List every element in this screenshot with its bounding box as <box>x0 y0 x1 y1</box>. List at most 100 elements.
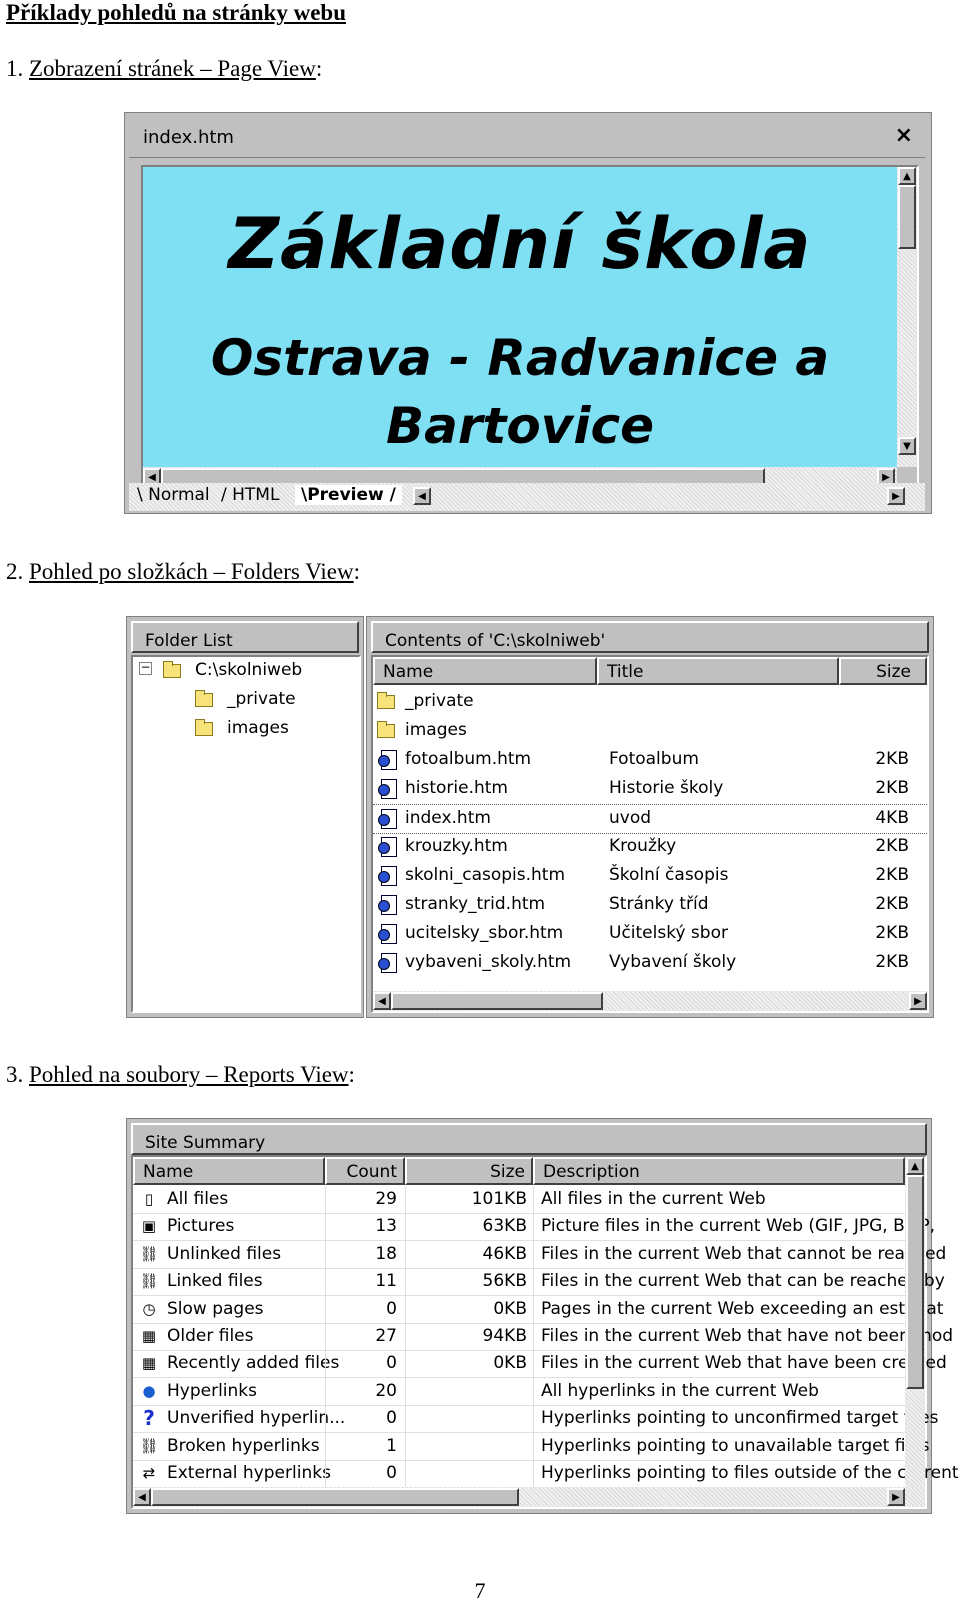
folder-icon <box>195 719 213 736</box>
column-header-size[interactable]: Size <box>839 657 927 685</box>
report-name: Unlinked files <box>167 1243 282 1264</box>
close-icon[interactable]: × <box>895 123 913 148</box>
scroll-left-button[interactable]: ◀ <box>133 1488 151 1506</box>
column-header-count[interactable]: Count <box>325 1157 405 1185</box>
tree-item-label: _private <box>227 689 296 709</box>
report-name: Unverified hyperlin... <box>167 1408 346 1429</box>
site-summary-header: Site Summary <box>131 1123 927 1155</box>
report-row[interactable]: ⛓ Broken hyperlinks 1 Hyperlinks pointing t… <box>133 1432 929 1461</box>
column-header-name[interactable]: Name <box>373 657 597 685</box>
report-name: External hyperlinks <box>167 1463 331 1483</box>
report-name: Older files <box>167 1326 254 1346</box>
file-size: 2KB <box>875 894 909 914</box>
tree-item[interactable]: images <box>139 715 359 743</box>
file-row[interactable]: krouzky.htm Kroužky 2KB <box>373 833 927 861</box>
contents-title: Contents of 'C:\skolniweb' <box>385 631 606 651</box>
file-row[interactable]: skolni_casopis.htm Školní časopis 2KB <box>373 862 927 890</box>
report-row[interactable]: ◷ Slow pages 0 0KB Pages in the current Web … <box>133 1295 943 1324</box>
scroll-right-button[interactable]: ▶ <box>909 992 927 1010</box>
file-row[interactable]: fotoalbum.htm Fotoalbum 2KB <box>373 746 927 774</box>
file-title: Stránky tříd <box>609 894 709 914</box>
picture-icon: ▣ <box>141 1217 157 1236</box>
vertical-scroll-thumb[interactable] <box>898 185 916 249</box>
file-row[interactable]: index.htm uvod 4KB <box>373 804 927 834</box>
report-description: Files in the current Web that cannot be … <box>541 1243 947 1264</box>
report-row[interactable]: ? Unverified hyperlin... 0 Hyperlinks point… <box>133 1405 938 1434</box>
tab-preview[interactable]: \Preview / <box>295 485 402 505</box>
report-description: All hyperlinks in the current Web <box>541 1380 819 1401</box>
vertical-scroll-thumb[interactable] <box>906 1175 924 1389</box>
report-description: Hyperlinks pointing to unconfirmed targe… <box>541 1408 939 1429</box>
page-number: 7 <box>474 1578 486 1603</box>
scroll-up-button[interactable]: ▲ <box>906 1157 924 1175</box>
report-name: All files <box>167 1189 229 1209</box>
report-description: Hyperlinks pointing to files outside of … <box>541 1463 959 1483</box>
report-size: 56KB <box>482 1271 527 1292</box>
tab-html[interactable]: / HTML <box>221 485 279 505</box>
file-row[interactable]: ucitelsky_sbor.htm Učitelský sbor 2KB <box>373 920 927 948</box>
tab-normal[interactable]: \ Normal <box>137 485 210 505</box>
horizontal-scroll-thumb[interactable] <box>391 992 603 1010</box>
report-row[interactable]: ▣ Pictures 13 63KB Picture files in the curr… <box>133 1213 935 1242</box>
report-row[interactable]: ▦ Older files 27 94KB Files in the current W… <box>133 1323 953 1351</box>
file-size: 2KB <box>875 865 909 885</box>
report-size: 101KB <box>471 1189 527 1209</box>
file-name: vybaveni_skoly.htm <box>405 952 572 972</box>
report-size: 63KB <box>482 1216 527 1237</box>
report-count: 20 <box>375 1380 397 1401</box>
report-row[interactable]: ● Hyperlinks 20 All hyperlinks in the curre… <box>133 1377 905 1406</box>
column-header-description[interactable]: Description <box>533 1157 905 1185</box>
page-preview: Základní škola Ostrava - Radvanice a Bar… <box>143 167 897 467</box>
scroll-up-button[interactable]: ▲ <box>898 167 916 185</box>
scroll-left-button[interactable]: ◀ <box>373 992 391 1010</box>
file-title: Kroužky <box>609 836 677 856</box>
file-title: Historie školy <box>609 778 724 798</box>
contents-header: Contents of 'C:\skolniweb' <box>371 621 929 653</box>
file-name: _private <box>405 691 474 711</box>
column-header-size[interactable]: Size <box>405 1157 533 1185</box>
folder-tree: − C:\skolniweb _private images <box>131 655 361 1013</box>
section-number: 2. <box>6 559 29 584</box>
clock-icon: ◷ <box>142 1299 156 1318</box>
site-summary-title: Site Summary <box>145 1133 266 1153</box>
file-row[interactable]: _private <box>373 688 927 716</box>
report-count: 18 <box>375 1243 397 1264</box>
collapse-icon[interactable]: − <box>139 661 152 675</box>
tree-root[interactable]: − C:\skolniweb <box>139 657 359 685</box>
folder-contents-pane: Contents of 'C:\skolniweb' Name Title Si… <box>366 616 934 1018</box>
open-folder-icon <box>163 661 181 678</box>
column-header-name[interactable]: Name <box>133 1157 325 1185</box>
report-row[interactable]: ⇄ External hyperlinks 0 Hyperlinks pointing… <box>133 1460 959 1488</box>
file-row[interactable]: historie.htm Historie školy 2KB <box>373 775 927 803</box>
scroll-down-button[interactable]: ▼ <box>898 437 916 455</box>
globe-icon: ● <box>142 1381 156 1400</box>
report-row[interactable]: ▦ Recently added files 0 0KB Files in the cu… <box>133 1350 947 1379</box>
column-header-title[interactable]: Title <box>597 657 839 685</box>
calendar-icon: ▦ <box>141 1327 157 1345</box>
file-title: Školní časopis <box>609 865 729 885</box>
file-name: skolni_casopis.htm <box>405 865 566 885</box>
report-description: Files in the current Web that have been … <box>541 1353 947 1374</box>
horizontal-scroll-thumb[interactable] <box>151 1488 519 1506</box>
report-size: 46KB <box>482 1243 527 1264</box>
report-row[interactable]: ⛓ Linked files 11 56KB Files in the current … <box>133 1268 945 1297</box>
file-row[interactable]: stranky_trid.htm Stránky tříd 2KB <box>373 891 927 919</box>
tab-scroll-right-button[interactable]: ▶ <box>887 487 905 505</box>
tree-item[interactable]: _private <box>139 686 359 714</box>
report-row[interactable]: ▯ All files 29 101KB All files in the curren… <box>133 1186 905 1214</box>
report-name: Recently added files <box>167 1353 340 1374</box>
report-description: Hyperlinks pointing to unavailable targe… <box>541 1435 930 1456</box>
page-icon: ▯ <box>144 1190 154 1208</box>
report-row[interactable]: ⛓ Unlinked files 18 46KB Files in the curren… <box>133 1240 946 1269</box>
section-number: 3. <box>6 1062 29 1087</box>
file-row[interactable]: images <box>373 717 927 745</box>
section-label: Pohled na soubory – Reports View <box>29 1062 349 1087</box>
tab-scroll-left-button[interactable]: ◀ <box>413 487 431 505</box>
scroll-right-button[interactable]: ▶ <box>887 1488 905 1506</box>
report-count: 0 <box>386 1463 397 1483</box>
report-name: Broken hyperlinks <box>167 1435 320 1456</box>
file-row[interactable]: vybaveni_skoly.htm Vybavení školy 2KB <box>373 949 927 977</box>
section-suffix: : <box>315 56 323 81</box>
web-page-icon <box>378 924 397 944</box>
report-description: Picture files in the current Web (GIF, J… <box>541 1216 936 1237</box>
